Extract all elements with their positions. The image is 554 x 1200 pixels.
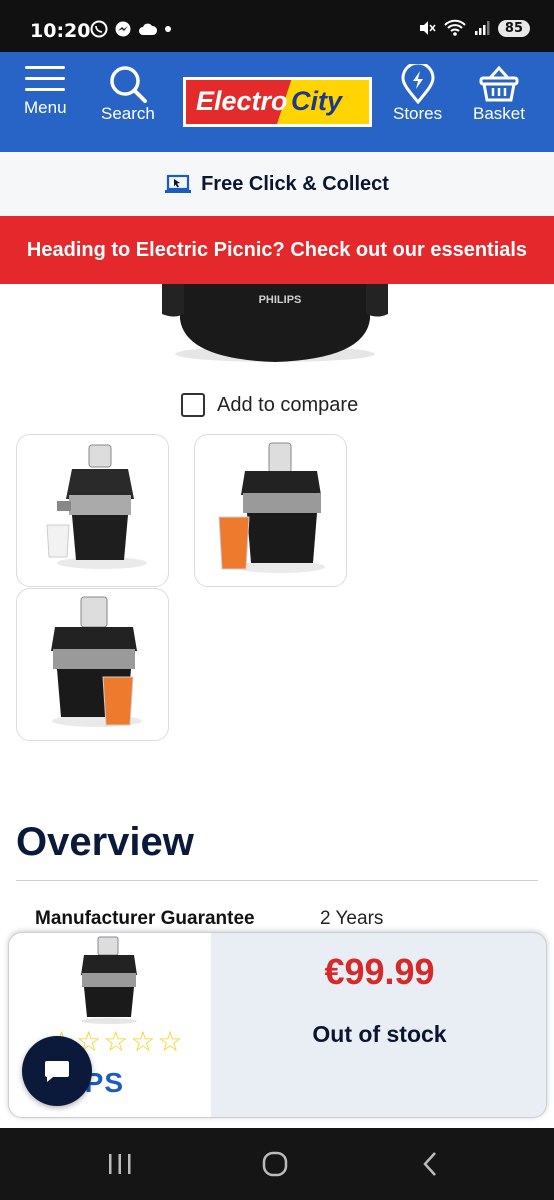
basket-label: Basket — [473, 104, 525, 123]
status-time: 10:20 — [30, 20, 91, 42]
logo-text-city: City — [291, 86, 343, 116]
star-icon: ☆ — [130, 1025, 156, 1058]
recent-apps-button[interactable] — [100, 1148, 140, 1180]
recent-apps-icon — [109, 1154, 131, 1174]
status-bar: 10:20 85 — [0, 0, 554, 52]
promo-banner[interactable]: Heading to Electric Picnic? Check out ou… — [0, 216, 554, 284]
click-collect-text: Free Click & Collect — [201, 172, 389, 195]
spec-label: Manufacturer Guarantee — [35, 908, 255, 929]
whatsapp-icon — [90, 20, 108, 38]
menu-label: Menu — [24, 98, 67, 117]
click-collect-banner[interactable]: Free Click & Collect — [0, 152, 554, 216]
site-header: Menu Search Electro City Stores Basket — [0, 52, 554, 152]
home-button[interactable] — [255, 1148, 295, 1180]
stores-button[interactable]: Stores — [393, 64, 442, 124]
stores-label: Stores — [393, 104, 443, 123]
basket-button[interactable]: Basket — [473, 64, 525, 124]
back-icon — [423, 1152, 436, 1176]
chat-bubble-icon — [45, 1061, 69, 1082]
star-icon: ☆ — [103, 1025, 129, 1058]
overview-heading: Overview — [16, 820, 194, 864]
overview-divider — [16, 880, 538, 881]
search-button[interactable]: Search — [101, 64, 155, 124]
product-main-image[interactable]: PHILIPS — [150, 284, 400, 364]
menu-button[interactable]: Menu — [24, 64, 67, 118]
product-thumbnail-1[interactable] — [16, 434, 169, 587]
compare-checkbox[interactable] — [181, 393, 205, 417]
cloud-icon — [139, 23, 158, 35]
mute-icon — [419, 21, 436, 35]
chat-button[interactable] — [22, 1036, 92, 1106]
system-nav-bar — [0, 1128, 554, 1200]
product-thumbnail-3[interactable] — [16, 588, 169, 741]
spec-value: 2 Years — [320, 908, 384, 929]
logo-text-electro: Electro — [196, 86, 288, 116]
wifi-icon — [444, 19, 466, 36]
sticky-product-image — [81, 936, 137, 1024]
basket-icon — [479, 65, 519, 102]
laptop-cursor-icon — [165, 174, 192, 193]
dot-icon — [165, 26, 171, 32]
star-icon: ☆ — [157, 1025, 183, 1058]
add-to-compare[interactable]: Add to compare — [181, 393, 358, 417]
back-button[interactable] — [410, 1148, 450, 1180]
search-icon — [110, 66, 147, 103]
hamburger-icon — [25, 66, 66, 91]
home-icon — [262, 1151, 288, 1177]
sticky-purchase-bar: ☆ ☆ ☆ ☆ ☆ ILIPS €99.99 Out of stock — [8, 932, 547, 1118]
compare-label: Add to compare — [217, 393, 359, 416]
search-label: Search — [101, 104, 155, 123]
electrocity-logo[interactable]: Electro City — [183, 77, 372, 127]
main-image-brand: PHILIPS — [259, 294, 302, 306]
promo-text: Heading to Electric Picnic? Check out ou… — [26, 238, 528, 261]
stock-status: Out of stock — [312, 1021, 447, 1047]
product-thumbnail-2[interactable] — [194, 434, 347, 587]
product-price: €99.99 — [324, 951, 435, 992]
location-pin-icon — [401, 64, 435, 104]
battery-icon: 85 — [497, 19, 530, 37]
signal-icon — [474, 21, 490, 35]
messenger-icon — [115, 21, 131, 37]
